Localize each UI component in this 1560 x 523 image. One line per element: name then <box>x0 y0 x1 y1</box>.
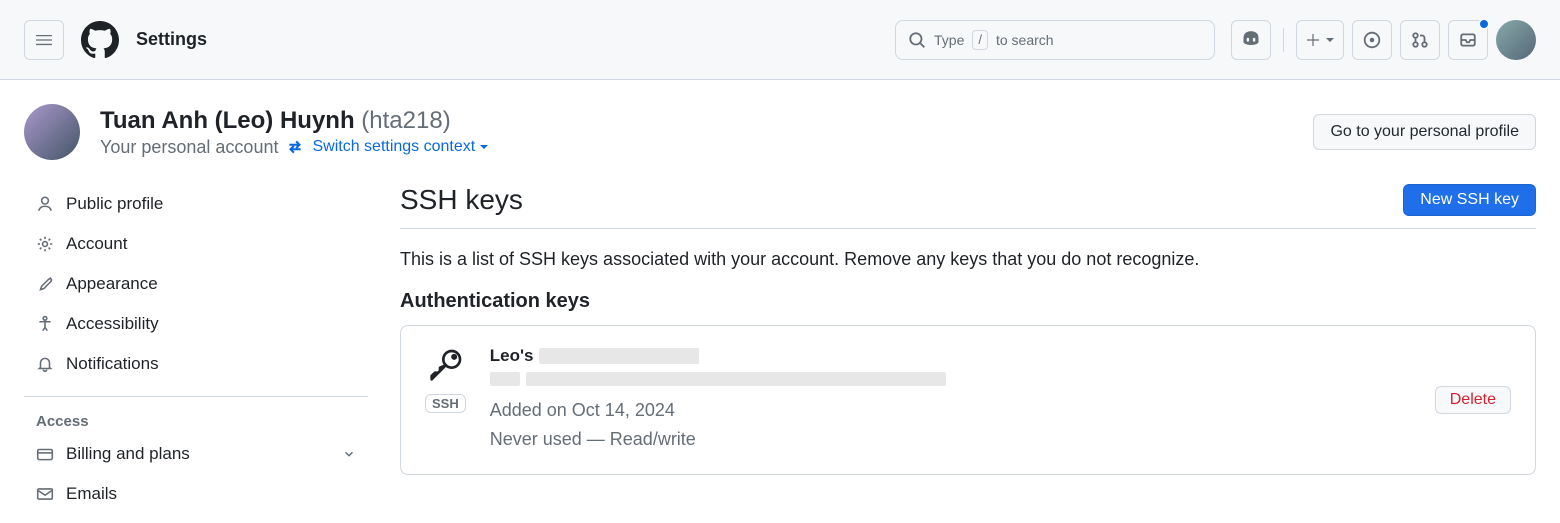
search-placeholder-prefix: Type <box>934 32 964 48</box>
profile-header: Tuan Anh (Leo) Huynh (hta218) Your perso… <box>0 96 1560 160</box>
top-bar: Settings Type / to search <box>0 0 1560 80</box>
nav-label: Billing and plans <box>66 444 190 464</box>
redacted-text <box>539 348 699 364</box>
nav-label: Public profile <box>66 194 163 214</box>
mail-icon <box>36 485 54 503</box>
caret-down-icon <box>479 142 489 152</box>
nav-account[interactable]: Account <box>24 224 368 264</box>
github-logo[interactable] <box>80 20 120 60</box>
issues-button[interactable] <box>1352 20 1392 60</box>
profile-display-name: Tuan Anh (Leo) Huynh <box>100 107 355 134</box>
inbox-icon <box>1459 31 1477 49</box>
delete-key-button[interactable]: Delete <box>1435 386 1511 414</box>
github-mark-icon <box>81 21 119 59</box>
profile-avatar[interactable] <box>24 104 80 160</box>
chevron-down-icon <box>342 447 356 461</box>
nav-appearance[interactable]: Appearance <box>24 264 368 304</box>
person-icon <box>36 195 54 213</box>
hamburger-menu-button[interactable] <box>24 20 64 60</box>
nav-label: Account <box>66 234 127 254</box>
copilot-icon <box>1241 30 1261 50</box>
main-content: SSH keys New SSH key This is a list of S… <box>400 184 1544 514</box>
search-kbd: / <box>972 30 988 50</box>
nav-section-access: Access <box>24 405 368 434</box>
key-fingerprint <box>490 372 1411 386</box>
nav-accessibility[interactable]: Accessibility <box>24 304 368 344</box>
ssh-type-badge: SSH <box>425 394 466 413</box>
goto-profile-button[interactable]: Go to your personal profile <box>1313 114 1536 150</box>
ssh-key-item: SSH Leo's Added on Oct 14, 2024 Never us… <box>400 325 1536 475</box>
profile-username: (hta218) <box>361 107 450 134</box>
content-description: This is a list of SSH keys associated wi… <box>400 249 1536 270</box>
pull-requests-button[interactable] <box>1400 20 1440 60</box>
new-ssh-key-button[interactable]: New SSH key <box>1403 184 1536 216</box>
nav-emails[interactable]: Emails <box>24 474 368 514</box>
nav-public-profile[interactable]: Public profile <box>24 184 368 224</box>
nav-billing[interactable]: Billing and plans <box>24 434 368 474</box>
user-avatar-menu[interactable] <box>1496 20 1536 60</box>
settings-sidebar: Public profile Account Appearance Access… <box>8 184 368 514</box>
credit-card-icon <box>36 445 54 463</box>
bell-icon <box>36 355 54 373</box>
nav-separator <box>24 396 368 397</box>
page-title: Settings <box>136 29 207 50</box>
profile-subtitle: Your personal account <box>100 137 278 158</box>
key-title: Leo's <box>490 346 1411 366</box>
nav-label: Appearance <box>66 274 158 294</box>
swap-icon <box>286 138 304 156</box>
gear-icon <box>36 235 54 253</box>
search-placeholder-suffix: to search <box>996 32 1054 48</box>
switch-context-link[interactable]: Switch settings context <box>312 138 489 156</box>
content-title: SSH keys <box>400 184 523 216</box>
nav-label: Accessibility <box>66 314 159 334</box>
search-input[interactable]: Type / to search <box>895 20 1215 60</box>
plus-icon <box>1305 32 1321 48</box>
paintbrush-icon <box>36 275 54 293</box>
key-added-date: Added on Oct 14, 2024 <box>490 396 1411 425</box>
key-title-text: Leo's <box>490 346 534 366</box>
search-icon <box>908 31 926 49</box>
nav-label: Notifications <box>66 354 159 374</box>
copilot-button[interactable] <box>1231 20 1271 60</box>
profile-name: Tuan Anh (Leo) Huynh (hta218) <box>100 107 489 135</box>
nav-notifications[interactable]: Notifications <box>24 344 368 384</box>
auth-keys-heading: Authentication keys <box>400 290 1536 313</box>
create-new-button[interactable] <box>1296 20 1344 60</box>
redacted-text <box>526 372 946 386</box>
header-separator <box>1283 28 1284 52</box>
caret-down-icon <box>1325 35 1335 45</box>
pull-request-icon <box>1411 31 1429 49</box>
key-icon <box>425 346 465 386</box>
redacted-text <box>490 372 520 386</box>
accessibility-icon <box>36 315 54 333</box>
nav-label: Emails <box>66 484 117 504</box>
key-usage: Never used — Read/write <box>490 425 1411 454</box>
notification-indicator <box>1478 18 1490 30</box>
hamburger-icon <box>35 31 53 49</box>
issue-icon <box>1363 31 1381 49</box>
